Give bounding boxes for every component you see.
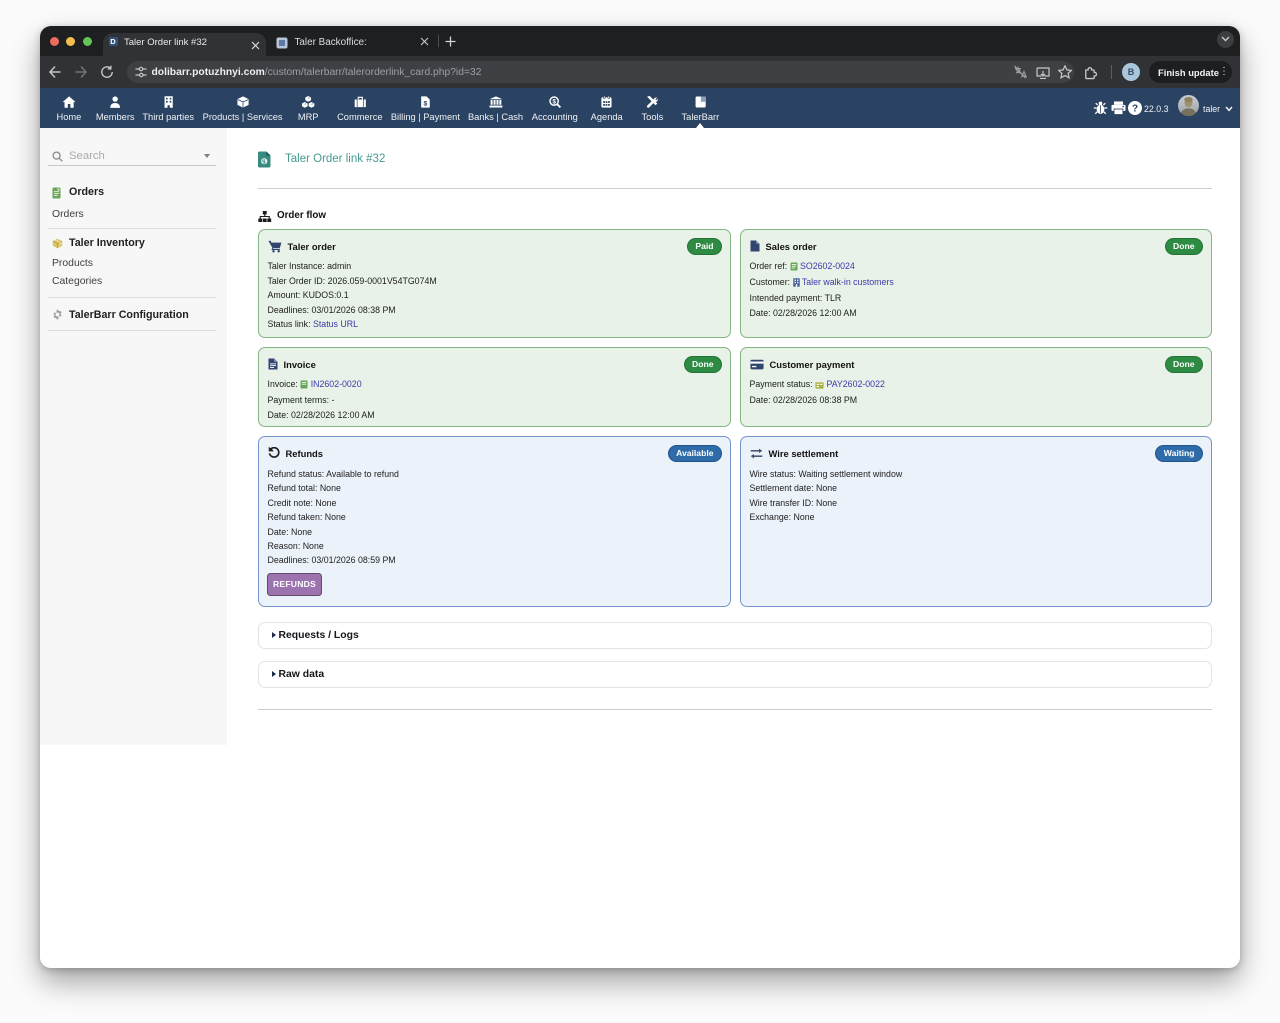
svg-text:$: $ [423,100,427,107]
svg-text:$: $ [552,99,556,106]
svg-text:?: ? [1132,104,1138,115]
